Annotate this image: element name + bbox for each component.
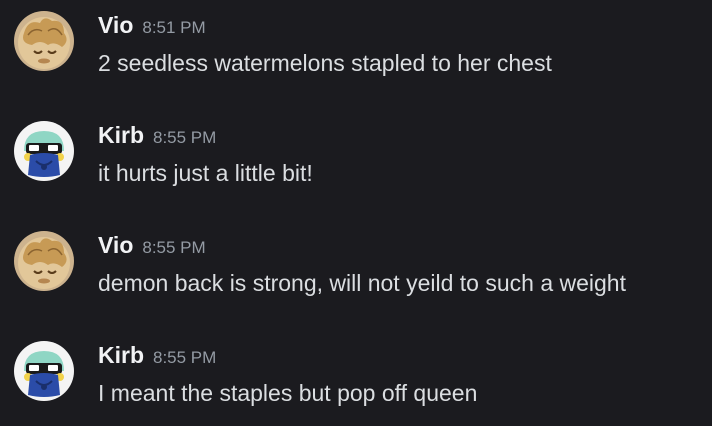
kirb-avatar-icon[interactable]: [14, 121, 74, 181]
vio-avatar-icon[interactable]: [14, 231, 74, 291]
message-text: it hurts just a little bit!: [98, 160, 313, 186]
chat-message[interactable]: Vio 8:51 PM 2 seedless watermelons staple…: [0, 6, 712, 76]
message-header: Vio 8:51 PM: [98, 12, 206, 40]
chat-message[interactable]: Kirb 8:55 PM it hurts just a little bit!: [0, 116, 712, 186]
message-text: demon back is strong, will not yeild to …: [98, 270, 626, 296]
timestamp: 8:55 PM: [153, 348, 217, 367]
chat-message[interactable]: Vio 8:55 PM demon back is strong, will no…: [0, 226, 712, 296]
vio-avatar-icon[interactable]: [14, 11, 74, 71]
timestamp: 8:51 PM: [142, 18, 206, 37]
message-text: 2 seedless watermelons stapled to her ch…: [98, 50, 552, 76]
timestamp: 8:55 PM: [142, 238, 206, 257]
username[interactable]: Kirb: [98, 122, 144, 148]
timestamp: 8:55 PM: [153, 128, 217, 147]
username[interactable]: Kirb: [98, 342, 144, 368]
username[interactable]: Vio: [98, 232, 133, 258]
message-header: Vio 8:55 PM: [98, 232, 206, 260]
kirb-avatar-icon[interactable]: [14, 341, 74, 401]
message-header: Kirb 8:55 PM: [98, 342, 216, 370]
message-header: Kirb 8:55 PM: [98, 122, 216, 150]
username[interactable]: Vio: [98, 12, 133, 38]
message-text: I meant the staples but pop off queen: [98, 380, 478, 406]
chat-message[interactable]: Kirb 8:55 PM I meant the staples but pop …: [0, 336, 712, 406]
